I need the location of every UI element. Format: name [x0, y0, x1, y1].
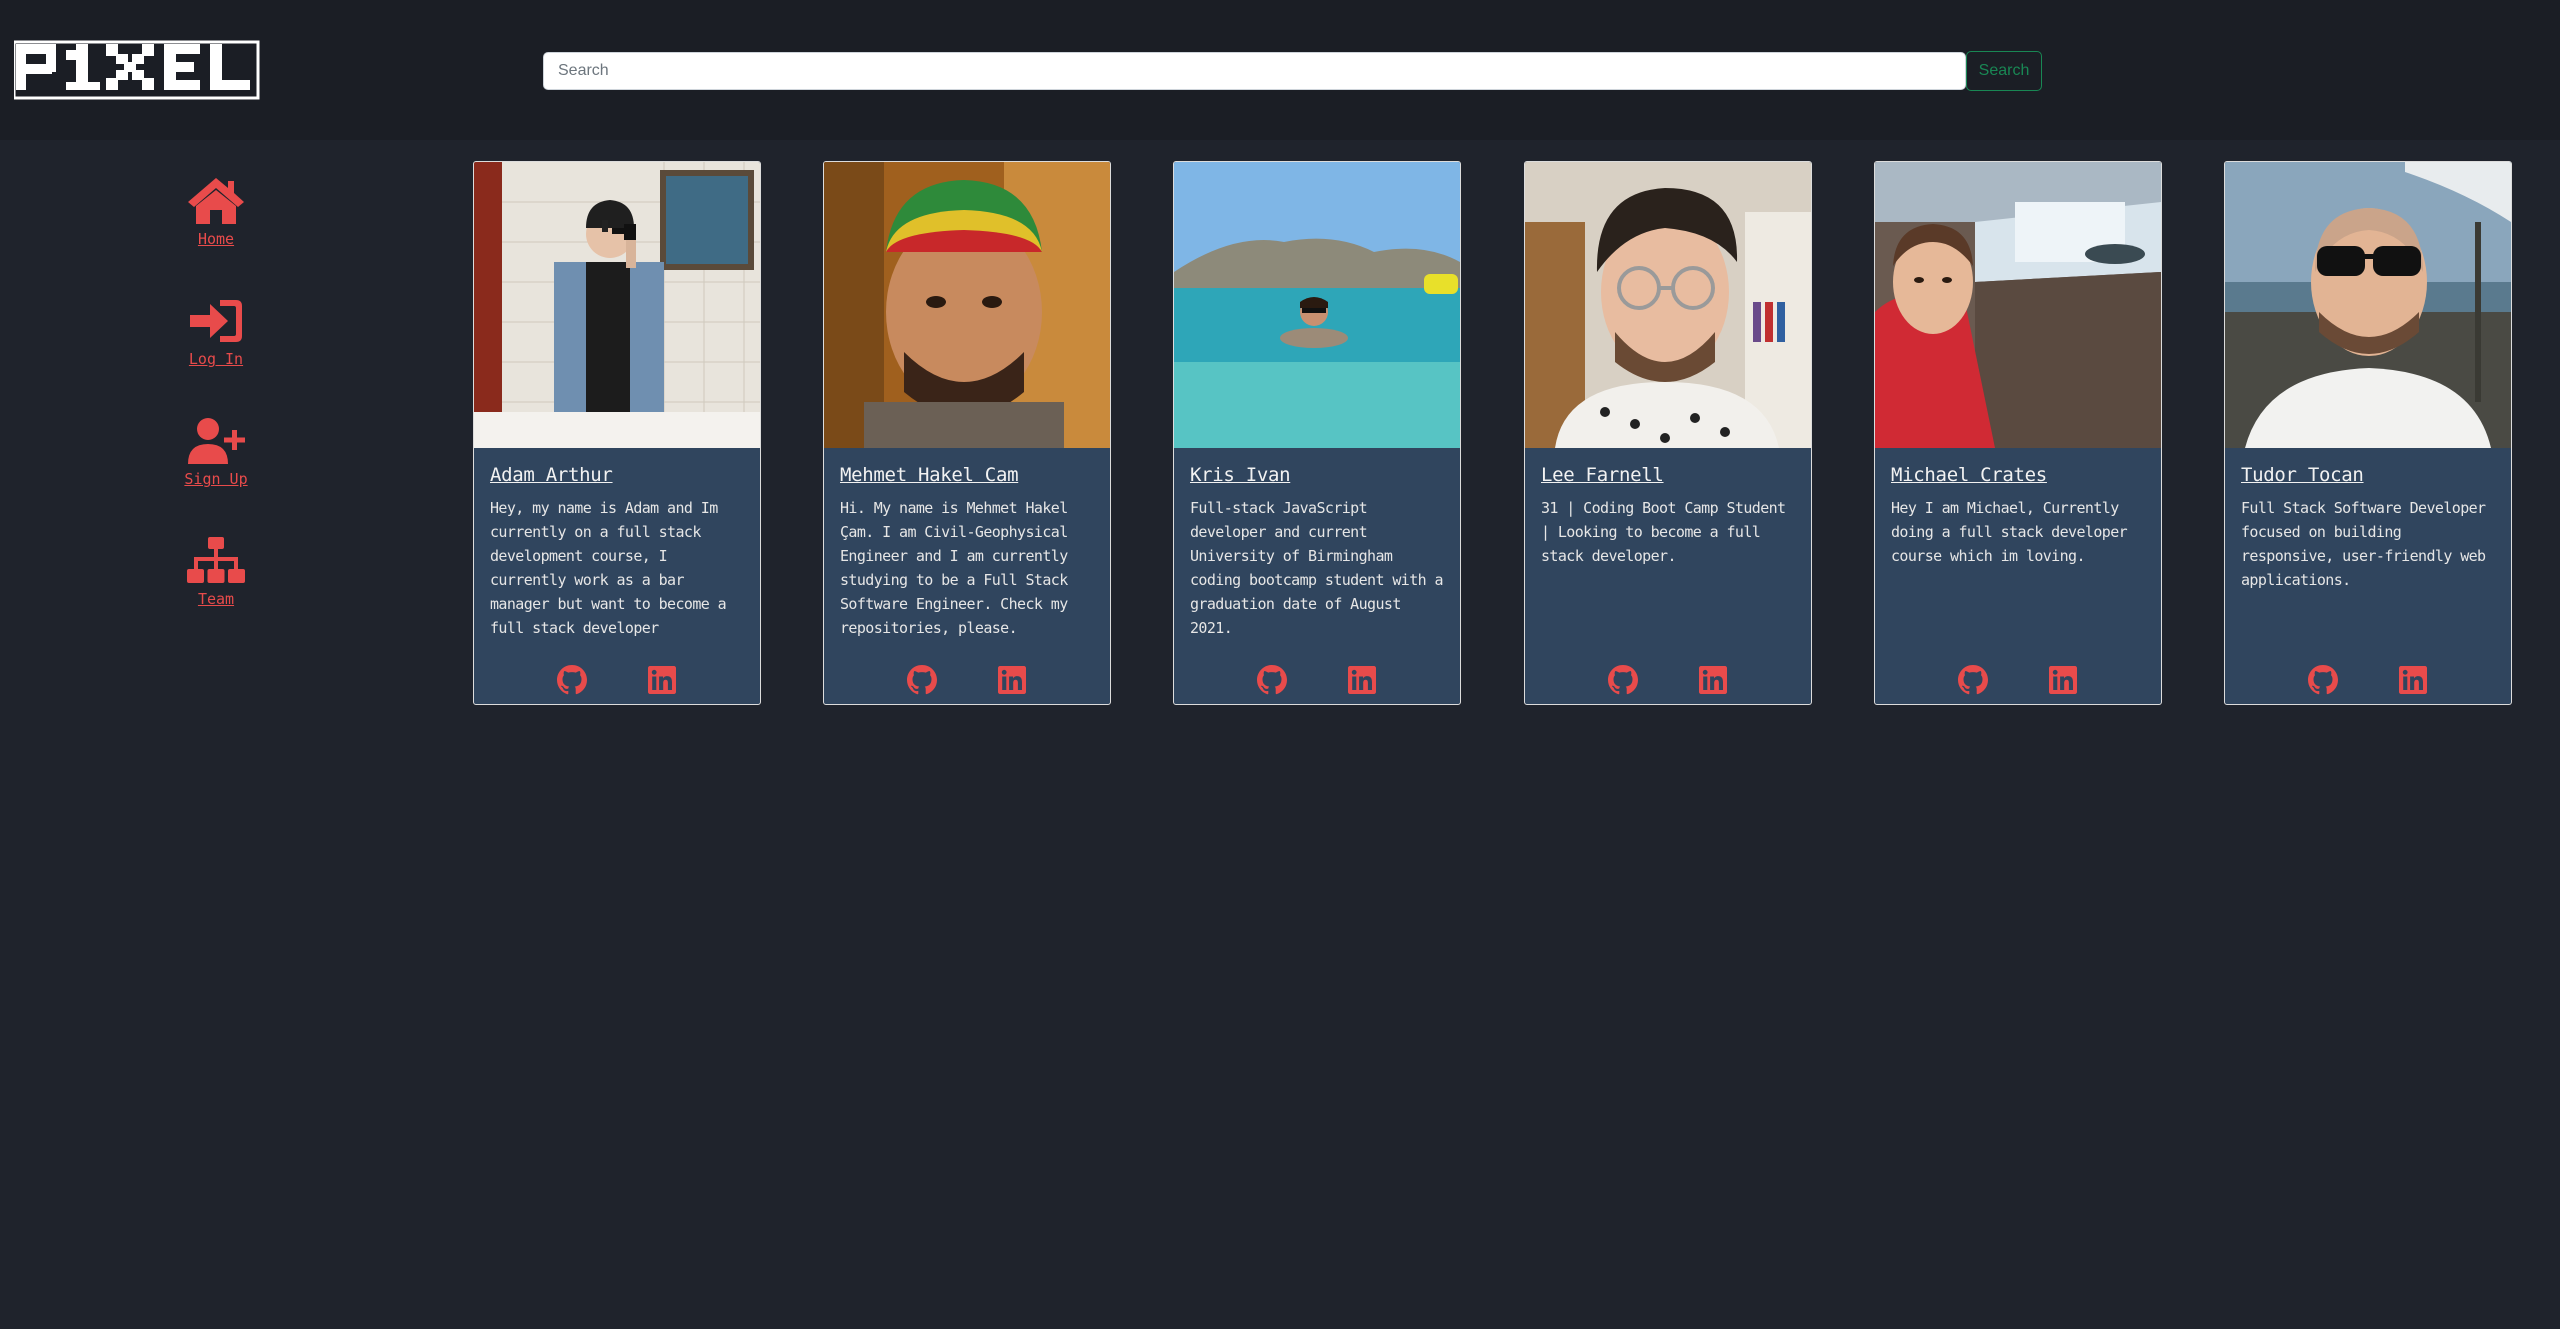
social-links — [2225, 664, 2511, 696]
profile-photo — [474, 162, 760, 448]
member-name-link[interactable]: Lee Farnell — [1541, 464, 1664, 486]
github-icon[interactable] — [556, 664, 588, 696]
team-card: Michael Crates Hey I am Michael, Current… — [1874, 161, 2162, 705]
profile-photo — [2225, 162, 2511, 448]
social-links — [474, 664, 760, 696]
linkedin-icon[interactable] — [1346, 664, 1378, 696]
member-bio: Hey I am Michael, Currently doing a full… — [1891, 499, 2128, 565]
sidebar-item-home[interactable]: Home — [152, 176, 280, 276]
pixel-logo[interactable] — [14, 40, 260, 100]
member-bio: Full Stack Software Developer focused on… — [2241, 499, 2486, 589]
sidebar-item-label: Team — [197, 590, 235, 608]
user-plus-icon — [188, 418, 245, 464]
sidebar-item-sign-up[interactable]: Sign Up — [152, 416, 280, 516]
social-links — [1875, 664, 2161, 696]
sitemap-icon — [187, 537, 245, 583]
social-links — [1174, 664, 1460, 696]
team-card: Adam Arthur Hey, my name is Adam and Im … — [473, 161, 761, 705]
member-bio: 31 | Coding Boot Camp Student | Looking … — [1541, 499, 1786, 565]
home-icon — [188, 178, 244, 224]
sidebar-nav: Home Log In Sign Up Team — [0, 140, 440, 1329]
github-icon[interactable] — [1256, 664, 1288, 696]
github-icon[interactable] — [1957, 664, 1989, 696]
member-name-link[interactable]: Michael Crates — [1891, 464, 2047, 486]
sidebar-item-label: Log In — [188, 350, 244, 368]
social-links — [1525, 664, 1811, 696]
sidebar-item-label: Home — [197, 230, 235, 248]
sidebar-item-log-in[interactable]: Log In — [152, 296, 280, 396]
team-card: Lee Farnell 31 | Coding Boot Camp Studen… — [1524, 161, 1812, 705]
linkedin-icon[interactable] — [1697, 664, 1729, 696]
github-icon[interactable] — [1607, 664, 1639, 696]
profile-photo — [1875, 162, 2161, 448]
member-name-link[interactable]: Adam Arthur — [490, 464, 613, 486]
team-card: Tudor Tocan Full Stack Software Develope… — [2224, 161, 2512, 705]
linkedin-icon[interactable] — [996, 664, 1028, 696]
linkedin-icon[interactable] — [646, 664, 678, 696]
profile-photo — [1174, 162, 1460, 448]
sidebar-item-team[interactable]: Team — [152, 536, 280, 636]
member-bio: Full-stack JavaScript developer and curr… — [1190, 499, 1444, 637]
search-input[interactable] — [543, 52, 1966, 90]
social-links — [824, 664, 1110, 696]
team-card: Mehmet Hakel Cam Hi. My name is Mehmet H… — [823, 161, 1111, 705]
profile-photo — [1525, 162, 1811, 448]
linkedin-icon[interactable] — [2397, 664, 2429, 696]
github-icon[interactable] — [906, 664, 938, 696]
sidebar-item-label: Sign Up — [184, 470, 248, 488]
member-name-link[interactable]: Kris Ivan — [1190, 464, 1291, 486]
team-card: Kris Ivan Full-stack JavaScript develope… — [1173, 161, 1461, 705]
sign-in-icon — [190, 300, 242, 342]
profile-photo — [824, 162, 1110, 448]
top-header: Search — [0, 0, 2560, 140]
member-bio: Hey, my name is Adam and Im currently on… — [490, 499, 727, 637]
linkedin-icon[interactable] — [2047, 664, 2079, 696]
member-name-link[interactable]: Mehmet Hakel Cam — [840, 464, 1019, 486]
member-bio: Hi. My name is Mehmet Hakel Çam. I am Ci… — [840, 499, 1068, 637]
github-icon[interactable] — [2307, 664, 2339, 696]
search-button[interactable]: Search — [1966, 51, 2042, 91]
member-name-link[interactable]: Tudor Tocan — [2241, 464, 2364, 486]
